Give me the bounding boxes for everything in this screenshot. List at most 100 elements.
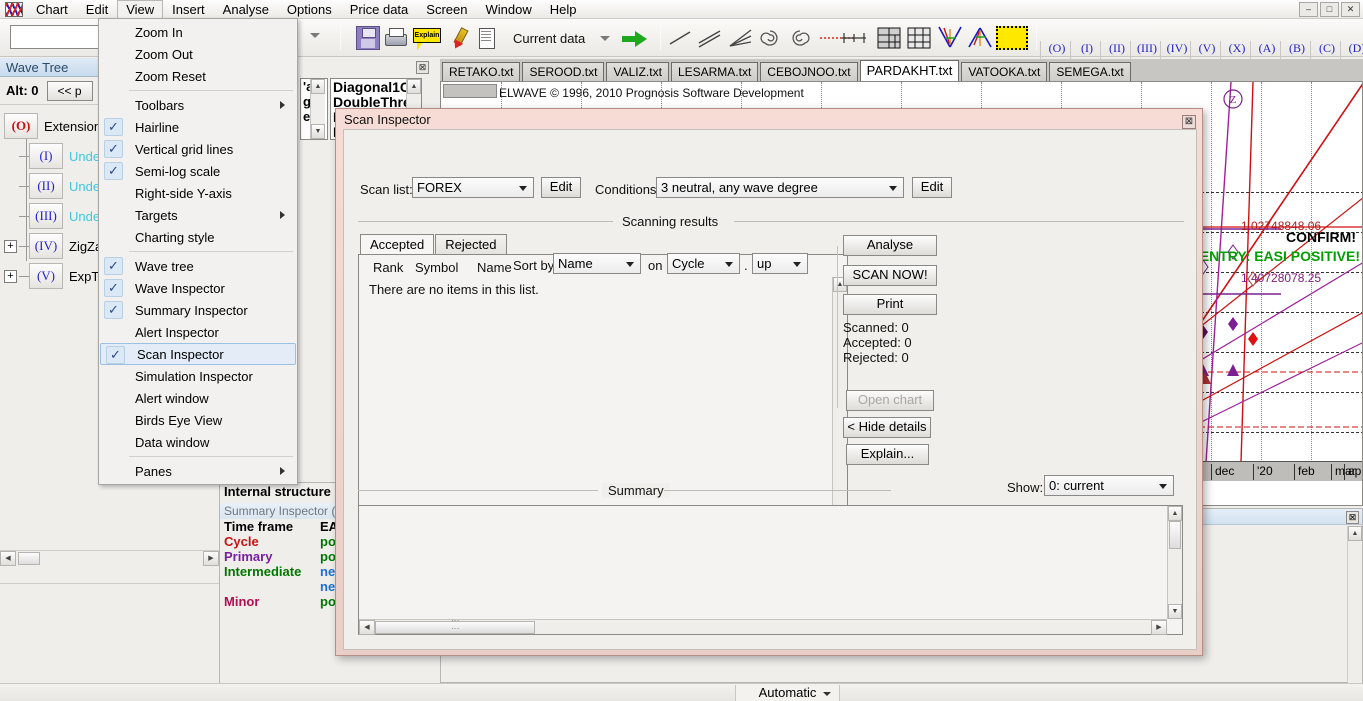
scan-list-combo[interactable]: FOREX: [412, 177, 534, 198]
degree-button-o[interactable]: (O): [1042, 41, 1072, 56]
menu-item-alert-window[interactable]: Alert window: [99, 387, 297, 409]
summary-scrollbar[interactable]: ▲ ▼: [1167, 506, 1182, 619]
scroll-down-icon[interactable]: ▼: [311, 124, 325, 139]
degree-button-iv[interactable]: (IV): [1162, 41, 1192, 56]
lower-panel-scrollbar[interactable]: ▲: [1347, 526, 1362, 683]
results-list-scrollbar[interactable]: ▲ ▼: [832, 277, 847, 533]
menu-item-wave-tree[interactable]: ✓ Wave tree: [99, 255, 297, 277]
summary-scroll-up-icon[interactable]: ▲: [1168, 506, 1182, 521]
degree-button-i[interactable]: (I): [1072, 41, 1102, 56]
summary-hscrollbar[interactable]: ◀ ▶: [359, 619, 1167, 635]
menu-item-wave-inspector[interactable]: ✓ Wave Inspector: [99, 277, 297, 299]
degree-button-b[interactable]: (B): [1282, 41, 1312, 56]
wave-degree-badge-icon[interactable]: (IV): [29, 233, 63, 259]
menu-screen[interactable]: Screen: [417, 0, 476, 19]
wave-inspector-close-icon[interactable]: ⊠: [416, 61, 429, 74]
menu-analyse[interactable]: Analyse: [214, 0, 278, 19]
document-tab[interactable]: RETAKO.txt: [442, 62, 521, 81]
spiral-reverse-icon[interactable]: [786, 27, 814, 49]
sort-on-combo[interactable]: Cycle: [667, 253, 740, 274]
minimize-button[interactable]: –: [1299, 1, 1318, 17]
menu-item-semi-log-scale[interactable]: ✓ Semi-log scale: [99, 160, 297, 182]
column-symbol[interactable]: Symbol: [415, 260, 458, 275]
wave-degree-badge-icon[interactable]: (III): [29, 203, 63, 229]
marker-icon[interactable]: [447, 26, 471, 50]
symbol-dropdown-arrow-icon[interactable]: [310, 33, 320, 38]
lower-scroll-up-icon[interactable]: ▲: [1348, 526, 1362, 541]
wave-degree-badge-icon[interactable]: (V): [29, 263, 63, 289]
fan-lines-icon[interactable]: [726, 27, 754, 49]
expand-icon[interactable]: +: [4, 239, 17, 253]
degree-button-a[interactable]: (A): [1252, 41, 1282, 56]
menu-item-zoom-reset[interactable]: Zoom Reset: [99, 65, 297, 87]
wave-degree-badge-icon[interactable]: (II): [29, 173, 63, 199]
degree-button-x[interactable]: (X): [1222, 41, 1252, 56]
scan-now-button[interactable]: SCAN NOW!: [843, 265, 937, 286]
menu-item-panes[interactable]: Panes: [99, 460, 297, 482]
menu-item-birds-eye-view[interactable]: Birds Eye View: [99, 409, 297, 431]
hscroll-thumb[interactable]: [18, 552, 40, 565]
menu-item-vertical-grid-lines[interactable]: ✓ Vertical grid lines: [99, 138, 297, 160]
menu-item-toolbars[interactable]: Toolbars: [99, 94, 297, 116]
grid-table-2-icon[interactable]: [906, 26, 932, 50]
document-tab[interactable]: LESARMA.txt: [670, 62, 759, 81]
scroll-right-icon[interactable]: ▶: [203, 551, 219, 566]
dataset-dropdown-arrow-icon[interactable]: [600, 36, 610, 41]
menu-item-data-window[interactable]: Data window: [99, 431, 297, 453]
close-button[interactable]: ✕: [1341, 1, 1360, 17]
wave-tree-hscrollbar[interactable]: ◀ ▶: [0, 550, 219, 566]
degree-button-c[interactable]: (C): [1312, 41, 1342, 56]
wave-degree-badge-icon[interactable]: (I): [29, 143, 63, 169]
menu-view[interactable]: View: [117, 0, 164, 18]
expand-icon[interactable]: +: [4, 269, 17, 283]
save-icon[interactable]: [356, 26, 380, 50]
status-mode-arrow-icon[interactable]: [823, 692, 831, 696]
parallel-lines-icon[interactable]: [696, 27, 724, 49]
document-tab[interactable]: CEBOJNOO.txt: [760, 62, 858, 81]
menu-help[interactable]: Help: [541, 0, 586, 19]
scroll-left-icon[interactable]: ◀: [0, 551, 16, 566]
highlight-box-icon[interactable]: [996, 26, 1028, 50]
explain-button[interactable]: Explain...: [846, 444, 929, 465]
document-tab[interactable]: VATOOKA.txt: [961, 62, 1048, 81]
pattern-scroll-up-icon[interactable]: ▲: [407, 79, 421, 94]
document-tab[interactable]: VALIZ.txt: [606, 62, 669, 81]
menu-chart[interactable]: Chart: [27, 0, 77, 19]
wave-up-icon[interactable]: [966, 25, 994, 51]
menu-item-zoom-out[interactable]: Zoom Out: [99, 43, 297, 65]
view-dropdown-menu[interactable]: Zoom In Zoom Out Zoom Reset Toolbars ✓ Hairli…: [98, 18, 298, 485]
document-tab[interactable]: PARDAKHT.txt: [859, 60, 960, 81]
menu-item-alert-inspector[interactable]: Alert Inspector: [99, 321, 297, 343]
document-tab[interactable]: SEROOD.txt: [522, 62, 605, 81]
green-arrow-icon[interactable]: [622, 31, 648, 47]
dialog-close-icon[interactable]: ⊠: [1182, 115, 1196, 129]
menu-window[interactable]: Window: [476, 0, 540, 19]
wave-degree-badge-icon[interactable]: (O): [4, 113, 38, 139]
tab-rejected[interactable]: Rejected: [435, 234, 507, 255]
menu-insert[interactable]: Insert: [163, 0, 214, 19]
wave-down-icon[interactable]: [936, 25, 964, 51]
scan-inspector-dialog[interactable]: Scan Inspector ⊠ Scan list: FOREX Edit C…: [335, 108, 1203, 656]
previous-alternate-button[interactable]: << p: [46, 80, 93, 101]
menu-item-hairline[interactable]: ✓ Hairline: [99, 116, 297, 138]
summary-hscroll-thumb[interactable]: [375, 620, 535, 634]
summary-scroll-thumb[interactable]: [1169, 521, 1181, 549]
print-icon[interactable]: [384, 26, 408, 50]
menu-item-summary-inspector[interactable]: ✓ Summary Inspector: [99, 299, 297, 321]
show-combo[interactable]: 0: current: [1044, 475, 1174, 496]
menu-item-simulation-inspector[interactable]: Simulation Inspector: [99, 365, 297, 387]
degree-button-d[interactable]: (D): [1342, 41, 1363, 56]
conditions-combo[interactable]: 3 neutral, any wave degree: [656, 177, 904, 198]
menu-edit[interactable]: Edit: [77, 0, 117, 19]
tab-accepted[interactable]: Accepted: [360, 234, 435, 256]
lower-panel-close-icon[interactable]: ⊠: [1346, 511, 1359, 524]
document-tab[interactable]: SEMEGA.txt: [1049, 62, 1131, 81]
summary-scroll-down-icon[interactable]: ▼: [1168, 604, 1182, 619]
sort-by-combo[interactable]: Name: [553, 253, 641, 274]
summary-panel[interactable]: ▲ ▼ ◀ ▶: [358, 505, 1183, 635]
summary-scroll-left-icon[interactable]: ◀: [359, 619, 375, 635]
explain-icon[interactable]: Explain: [413, 28, 441, 51]
combo-strip-scrollbar[interactable]: ▲ ▼: [310, 79, 325, 139]
degree-button-iii[interactable]: (III): [1132, 41, 1162, 56]
sort-direction-combo[interactable]: up: [752, 253, 808, 274]
